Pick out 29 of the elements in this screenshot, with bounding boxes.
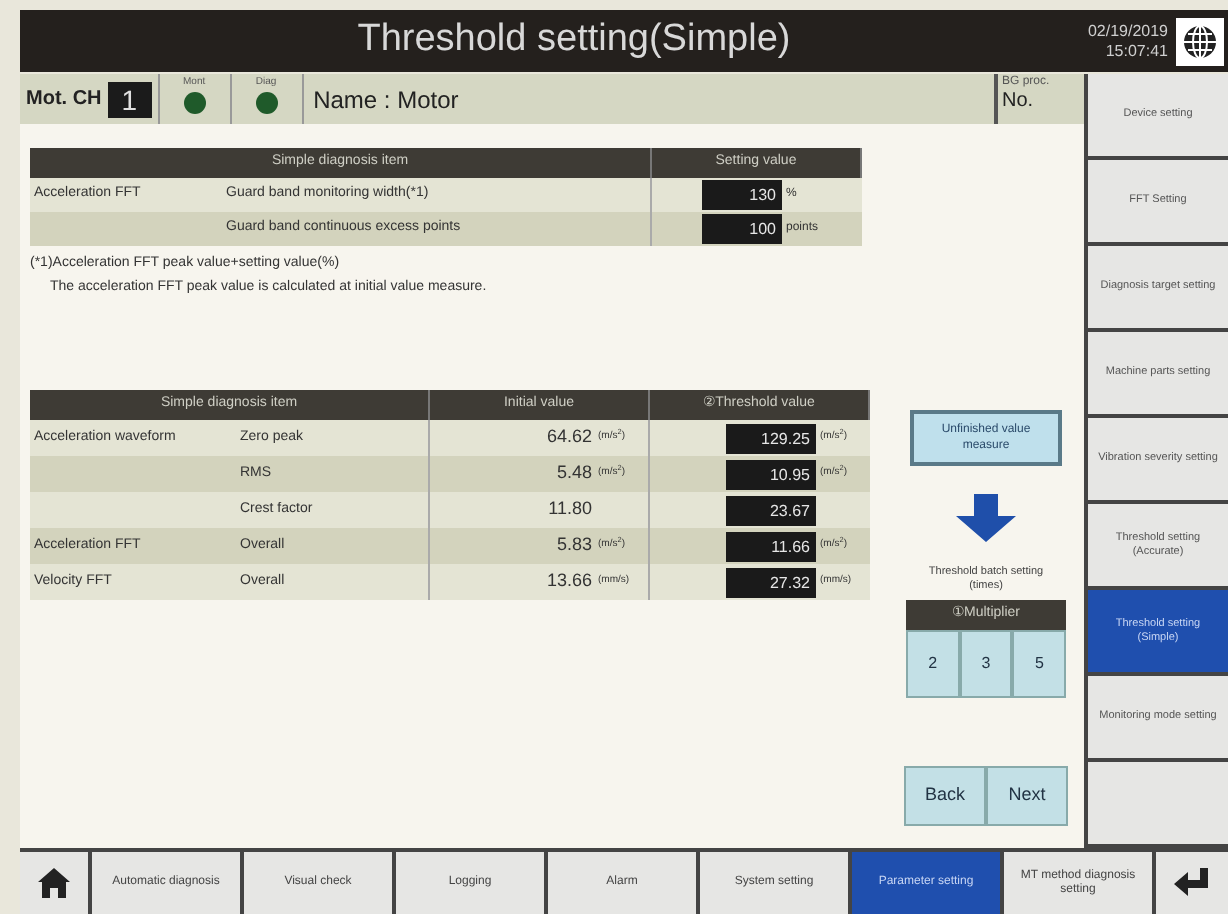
number-label: No. (1002, 90, 1036, 114)
name-label: Name : Motor (311, 83, 461, 117)
initial-value: 5.48 (556, 460, 592, 487)
home-icon (38, 868, 70, 898)
return-icon (1174, 868, 1210, 898)
globe-icon[interactable] (1176, 17, 1224, 65)
home-button[interactable] (20, 852, 88, 914)
channel-value: 1 (107, 81, 152, 117)
multiplier-button[interactable]: 3 (959, 630, 1013, 698)
initial-value: 5.83 (556, 532, 592, 559)
value-field[interactable]: 11.66 (726, 531, 816, 561)
channel-label: Mot. CH (26, 86, 102, 114)
nav-button[interactable]: Next (986, 766, 1068, 826)
initial-value: 64.62 (546, 424, 592, 451)
window-title: Threshold setting(Simple) (355, 16, 793, 65)
value-field[interactable]: 100 (702, 214, 782, 244)
date-time: 02/19/2019 15:07:41 (1087, 21, 1168, 61)
down-arrow-icon (956, 494, 1016, 542)
initial-value: 13.66 (546, 568, 592, 595)
value-field[interactable]: 10.95 (726, 459, 816, 489)
nav-button[interactable]: Back (904, 766, 986, 826)
value-field[interactable]: 129.25 (726, 423, 816, 453)
value-field[interactable]: 23.67 (726, 495, 816, 525)
value-field[interactable]: 27.32 (726, 567, 816, 597)
initial-value: 11.80 (548, 496, 592, 523)
value-field[interactable]: 130 (702, 180, 782, 210)
return-button[interactable] (1156, 852, 1228, 914)
multiplier-button[interactable]: 2 (906, 630, 960, 698)
multiplier-button[interactable]: 5 (1012, 630, 1067, 698)
